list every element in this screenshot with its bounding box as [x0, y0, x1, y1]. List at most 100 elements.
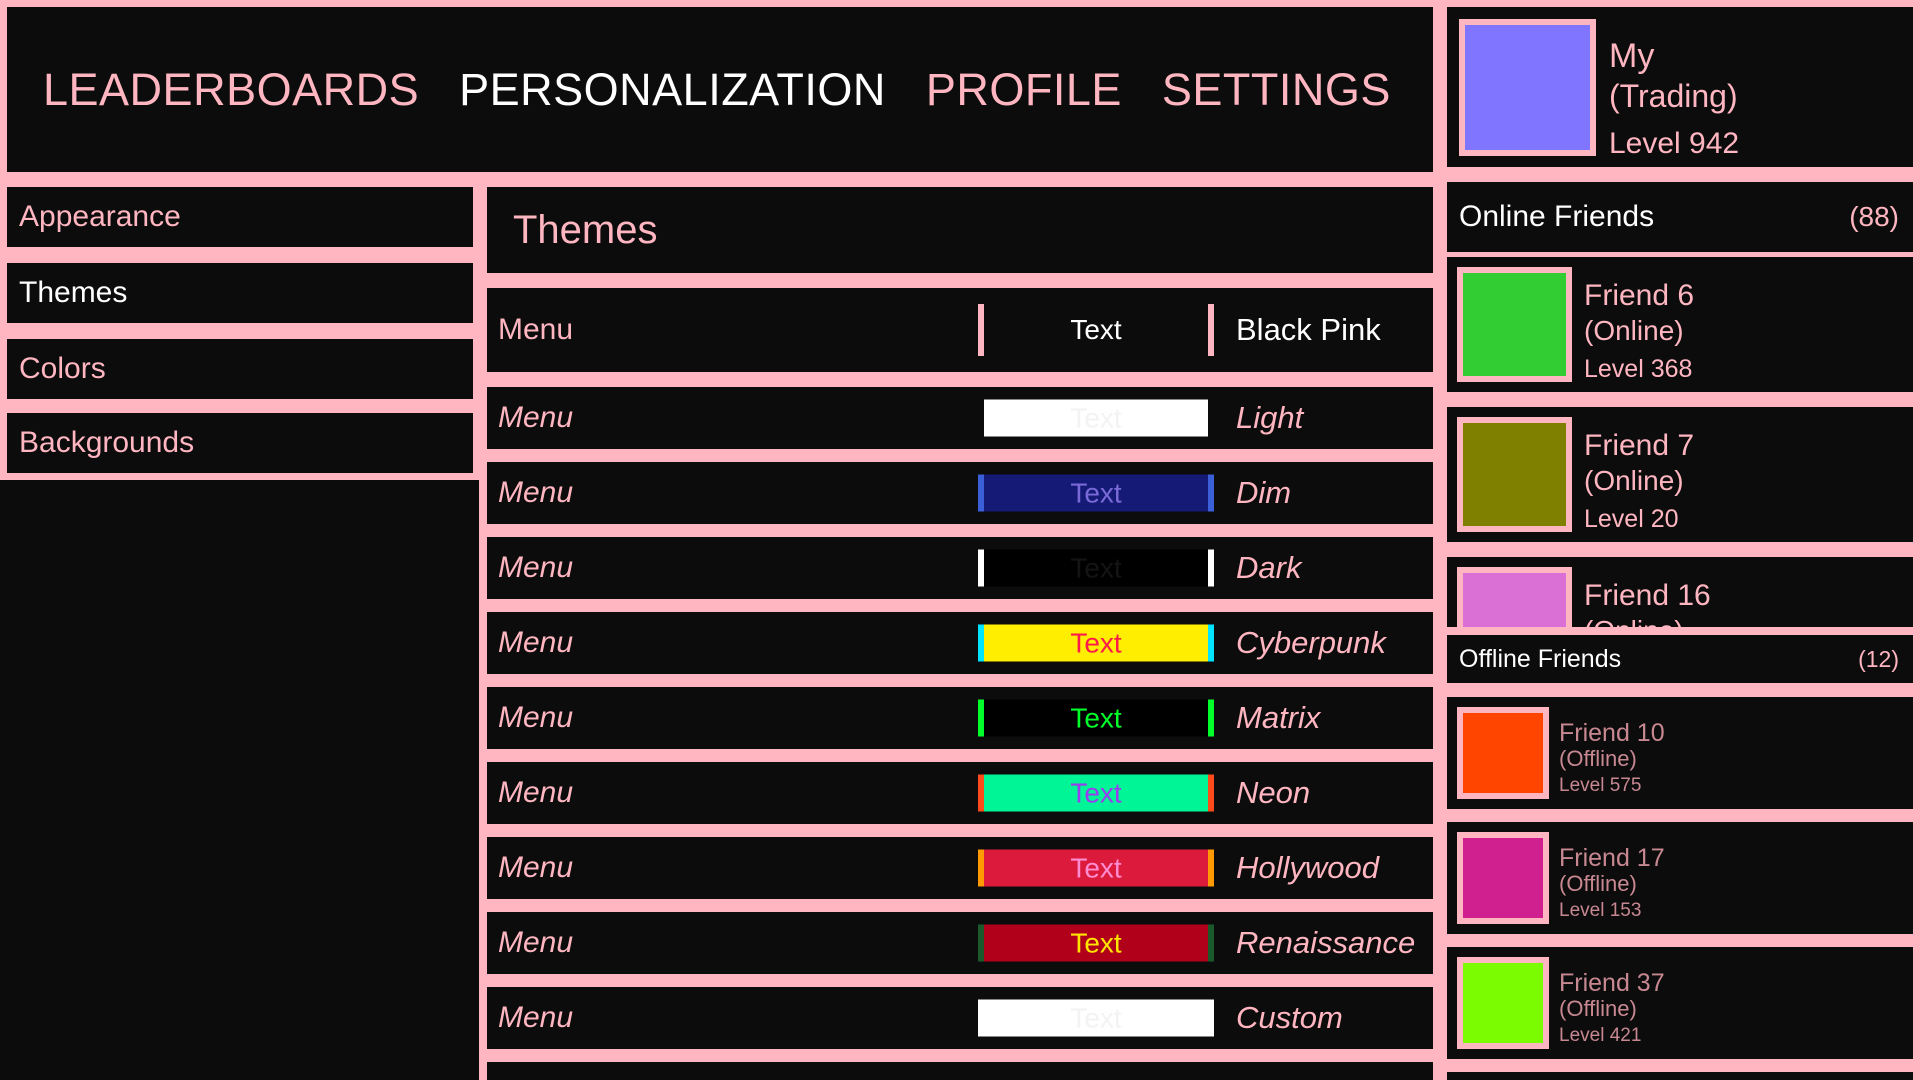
friend-card-offline[interactable]: Friend 10 (Offline) Level 575 [1447, 697, 1913, 809]
friend-status: (Online) [1584, 615, 1684, 627]
theme-name: Neon [1236, 775, 1311, 810]
friend-avatar [1457, 267, 1572, 382]
friend-status: (Offline) [1559, 871, 1637, 896]
swatch-text: Text [1070, 1002, 1122, 1033]
theme-swatch: Text [978, 624, 1214, 662]
friend-card-offline[interactable]: Friend 17 (Offline) Level 153 [1447, 822, 1913, 934]
theme-swatch: Text [978, 304, 1214, 356]
friend-level: Level 575 [1559, 775, 1642, 796]
theme-swatch: Text [978, 549, 1214, 587]
theme-row-partial [487, 1062, 1433, 1080]
profile-name: My [1609, 37, 1655, 75]
theme-row-renaissance[interactable]: Menu Text Renaissance [487, 912, 1433, 974]
theme-name: Cyberpunk [1236, 625, 1386, 660]
theme-menu-label: Menu [498, 1001, 574, 1034]
theme-name: Custom [1236, 1000, 1343, 1035]
friend-level: Level 20 [1584, 505, 1679, 533]
theme-swatch: Text [978, 699, 1214, 737]
theme-menu-label: Menu [498, 701, 574, 734]
friend-card-online[interactable]: Friend 16 (Online) [1447, 557, 1913, 627]
theme-swatch: Text [978, 399, 1214, 437]
offline-friends-title: Offline Friends [1459, 644, 1622, 673]
theme-row-black-pink[interactable]: Menu Text Black Pink [487, 288, 1433, 372]
offline-friends-count: (12) [1858, 645, 1899, 672]
theme-menu-label: Menu [498, 401, 574, 434]
theme-swatch: Text [978, 774, 1214, 812]
profile-avatar [1459, 19, 1596, 156]
theme-row-cyberpunk[interactable]: Menu Text Cyberpunk [487, 612, 1433, 674]
swatch-text: Text [1070, 702, 1122, 733]
theme-menu-label: Menu [498, 926, 574, 959]
tab-leaderboards[interactable]: LEADERBOARDS [43, 64, 419, 116]
swatch-text: Text [1070, 852, 1122, 883]
sidebar-item-colors[interactable]: Colors [7, 339, 473, 399]
theme-name: Light [1236, 400, 1304, 435]
theme-menu-label: Menu [498, 776, 574, 809]
top-navigation: LEADERBOARDS PERSONALIZATION PROFILE SET… [7, 7, 1433, 172]
tab-settings[interactable]: SETTINGS [1162, 64, 1391, 116]
swatch-text: Text [1070, 402, 1122, 433]
friend-name: Friend 7 [1584, 429, 1695, 462]
profile-status: (Trading) [1609, 78, 1738, 114]
profile-level: Level 942 [1609, 127, 1740, 160]
friend-status: (Online) [1584, 315, 1684, 346]
friend-name: Friend 10 [1559, 719, 1665, 747]
theme-name: Dark [1236, 550, 1302, 585]
swatch-text: Text [1070, 927, 1122, 958]
friend-level: Level 368 [1584, 355, 1693, 383]
friend-status: (Offline) [1559, 996, 1637, 1021]
theme-menu-label: Menu [498, 851, 574, 884]
swatch-text: Text [1070, 314, 1122, 345]
theme-row-neon[interactable]: Menu Text Neon [487, 762, 1433, 824]
friend-name: Friend 37 [1559, 969, 1665, 997]
friend-avatar [1457, 417, 1572, 532]
theme-name: Hollywood [1236, 850, 1380, 885]
tab-profile[interactable]: PROFILE [926, 64, 1122, 116]
sidebar-item-appearance[interactable]: Appearance [7, 187, 473, 247]
theme-row-light[interactable]: Menu Text Light [487, 387, 1433, 449]
theme-menu-label: Menu [498, 313, 574, 346]
friend-name: Friend 17 [1559, 844, 1665, 872]
friend-avatar [1457, 707, 1549, 799]
friend-card-online[interactable]: Friend 6 (Online) Level 368 [1447, 257, 1913, 392]
theme-swatch: Text [978, 999, 1214, 1037]
online-friends-count: (88) [1849, 201, 1899, 232]
theme-row-dim[interactable]: Menu Text Dim [487, 462, 1433, 524]
theme-row-hollywood[interactable]: Menu Text Hollywood [487, 837, 1433, 899]
swatch-text: Text [1070, 777, 1122, 808]
offline-friends-header[interactable]: Offline Friends (12) [1447, 635, 1913, 683]
theme-row-matrix[interactable]: Menu Text Matrix [487, 687, 1433, 749]
friend-card-partial [1447, 1072, 1913, 1080]
sidebar-item-themes[interactable]: Themes [7, 263, 473, 323]
sidebar-background [0, 480, 479, 1080]
friend-name: Friend 6 [1584, 279, 1695, 312]
friend-avatar [1457, 832, 1549, 924]
friend-level: Level 421 [1559, 1025, 1642, 1046]
theme-menu-label: Menu [498, 476, 574, 509]
friend-name: Friend 16 [1584, 579, 1711, 612]
theme-row-dark[interactable]: Menu Text Dark [487, 537, 1433, 599]
swatch-text: Text [1070, 477, 1122, 508]
theme-swatch: Text [978, 849, 1214, 887]
friend-status: (Offline) [1559, 746, 1637, 771]
friend-card-online[interactable]: Friend 7 (Online) Level 20 [1447, 407, 1913, 542]
theme-menu-label: Menu [498, 551, 574, 584]
profile-card[interactable]: My (Trading) Level 942 [1447, 7, 1913, 167]
sidebar-item-backgrounds[interactable]: Backgrounds [7, 413, 473, 473]
friend-status: (Online) [1584, 465, 1684, 496]
online-friends-title: Online Friends [1459, 200, 1655, 233]
themes-panel-header: Themes [487, 187, 1433, 273]
friend-avatar [1457, 957, 1549, 1049]
theme-name: Dim [1236, 475, 1292, 510]
tab-personalization[interactable]: PERSONALIZATION [459, 64, 886, 116]
online-friends-header[interactable]: Online Friends (88) [1447, 182, 1913, 252]
themes-title: Themes [513, 207, 658, 252]
theme-row-custom[interactable]: Menu Text Custom [487, 987, 1433, 1049]
theme-swatch: Text [978, 474, 1214, 512]
theme-name: Renaissance [1236, 925, 1416, 960]
theme-name: Matrix [1236, 700, 1321, 735]
friend-card-offline[interactable]: Friend 37 (Offline) Level 421 [1447, 947, 1913, 1059]
friend-avatar [1457, 567, 1572, 627]
theme-swatch: Text [978, 924, 1214, 962]
swatch-text: Text [1070, 552, 1122, 583]
